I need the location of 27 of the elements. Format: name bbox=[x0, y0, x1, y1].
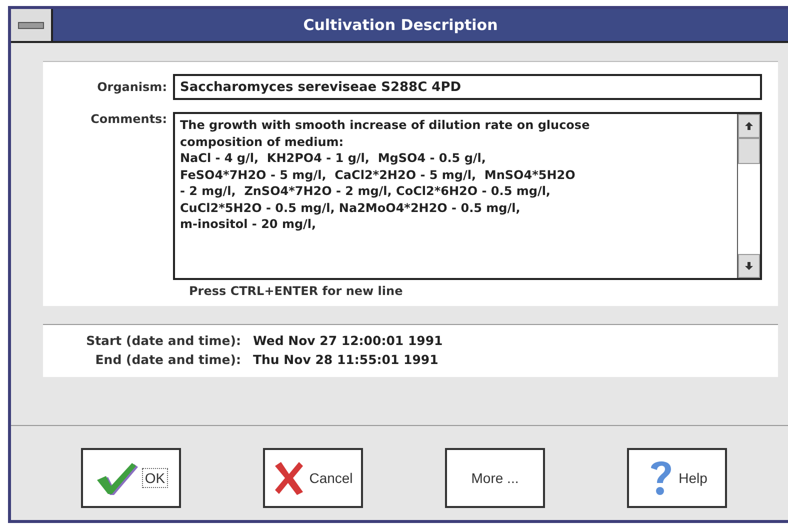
down-arrow-icon bbox=[745, 261, 753, 271]
cancel-button[interactable]: Cancel bbox=[263, 448, 363, 508]
time-label: End (date and time): bbox=[94, 352, 241, 367]
scrollbar-thumb[interactable] bbox=[738, 138, 760, 164]
time-value: Wed Nov 27 12:00:01 1991 bbox=[253, 333, 443, 348]
time-value: Thu Nov 28 11:55:01 1991 bbox=[253, 352, 438, 367]
comment-line: FeSO4*7H2O - 5 mg/l, CaCl2*2H2O - 5 mg/l, MnSO4*5H2O bbox=[180, 166, 576, 183]
comment-line: m-inositol - 20 mg/l, bbox=[180, 216, 318, 232]
comment-line: - 2 mg/l, ZnSO4*7H2O - 2 mg/l, CoCl2*6H2O - 0.5 mg/l, bbox=[180, 183, 552, 200]
help-button[interactable]: Help bbox=[627, 448, 727, 508]
comment-line: The growth with smooth increase of dilution rate on glucose bbox=[180, 117, 591, 134]
up-arrow-icon bbox=[745, 121, 753, 131]
comment-line: CuCl2*5H2O - 0.5 mg/l, Na2MoO4*2H2O - 0.5 mg/l, bbox=[180, 200, 522, 216]
comment-line: composition of medium: bbox=[180, 134, 345, 150]
field-label: Organism: bbox=[96, 80, 167, 94]
ok-button[interactable]: OK bbox=[81, 448, 181, 508]
system-menu-button[interactable] bbox=[11, 9, 53, 41]
window-title: Cultivation Description bbox=[302, 16, 499, 34]
field-label: Comments: bbox=[90, 112, 167, 126]
hint-text: Press CTRL+ENTER for new line bbox=[189, 284, 404, 298]
organism-field[interactable]: Saccharomyces sereviseae S288C 4PD bbox=[173, 74, 762, 100]
comments-field[interactable] bbox=[173, 112, 762, 280]
time-label: Start (date and time): bbox=[85, 333, 241, 348]
scrollbar[interactable] bbox=[737, 114, 760, 278]
more-button[interactable]: More ... bbox=[445, 448, 545, 508]
cross-icon bbox=[273, 460, 306, 496]
comment-line: NaCl - 4 g/l, KH2PO4 - 1 g/l, MgSO4 - 0.5 g/l, bbox=[180, 150, 487, 166]
